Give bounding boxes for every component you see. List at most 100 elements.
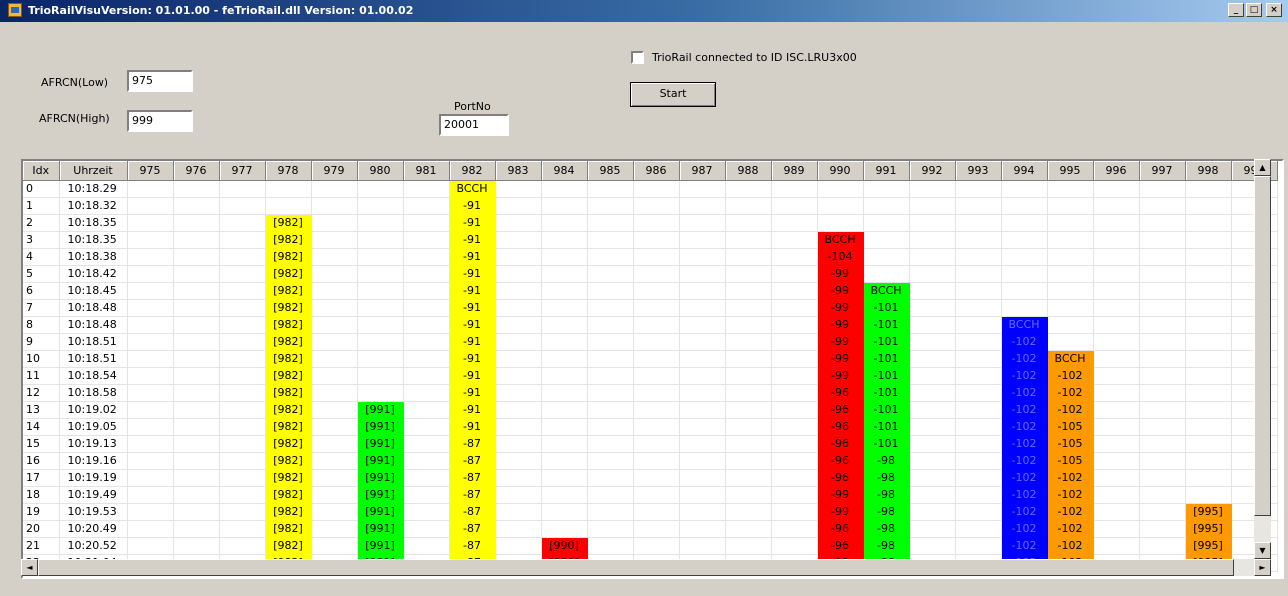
- column-header-975[interactable]: 975: [127, 161, 174, 181]
- cell-channel-981: [403, 180, 450, 198]
- cell-channel-976: [173, 418, 220, 436]
- close-button[interactable]: ×: [1266, 3, 1282, 17]
- column-header-991[interactable]: 991: [863, 161, 910, 181]
- column-header-994[interactable]: 994: [1001, 161, 1048, 181]
- afrcn-high-input[interactable]: 999: [127, 110, 193, 132]
- cell-channel-987: [679, 486, 726, 504]
- table-row[interactable]: 3 10:18.35 [982] -91 BCCH: [23, 231, 1278, 249]
- table-row[interactable]: 10 10:18.51 [982] -91 -99 -101 -102 BCCH: [23, 350, 1278, 368]
- table-row[interactable]: 2 10:18.35 [982] -91: [23, 214, 1278, 232]
- column-header-984[interactable]: 984: [541, 161, 588, 181]
- scroll-right-icon[interactable]: ►: [1254, 559, 1271, 576]
- cell-channel-998: [1185, 333, 1232, 351]
- cell-channel-985: [587, 180, 634, 198]
- column-header-985[interactable]: 985: [587, 161, 634, 181]
- column-header-990[interactable]: 990: [817, 161, 864, 181]
- column-header-977[interactable]: 977: [219, 161, 266, 181]
- table-row[interactable]: 21 10:20.52 [982] [991] -87 [990] -96 -98 -102 -1…: [23, 537, 1278, 555]
- window-titlebar[interactable]: TrioRailVisuVersion: 01.01.00 - feTrioRa…: [0, 0, 1288, 22]
- start-button[interactable]: Start: [630, 82, 716, 107]
- cell-channel-983: [495, 180, 542, 198]
- cell-channel-985: [587, 214, 634, 232]
- column-header-980[interactable]: 980: [357, 161, 404, 181]
- window-title: TrioRailVisuVersion: 01.01.00 - feTrioRa…: [28, 4, 414, 17]
- table-row[interactable]: 0 10:18.29 BCCH: [23, 180, 1278, 198]
- column-header-993[interactable]: 993: [955, 161, 1002, 181]
- table-row[interactable]: 17 10:19.19 [982] [991] -87 -96 -98 -102 -102: [23, 469, 1278, 487]
- column-header-idx[interactable]: Idx: [23, 161, 60, 181]
- table-row[interactable]: 16 10:19.16 [982] [991] -87 -96 -98 -102 -105: [23, 452, 1278, 470]
- minimize-button[interactable]: _: [1228, 3, 1244, 17]
- cell-channel-976: [173, 299, 220, 317]
- table-row[interactable]: 4 10:18.38 [982] -91 -104: [23, 248, 1278, 266]
- maximize-button[interactable]: □: [1246, 3, 1262, 17]
- column-header-992[interactable]: 992: [909, 161, 956, 181]
- cell-channel-976: [173, 282, 220, 300]
- table-row[interactable]: 13 10:19.02 [982] [991] -91 -96 -101 -102 -102: [23, 401, 1278, 419]
- column-header-981[interactable]: 981: [403, 161, 450, 181]
- column-header-983[interactable]: 983: [495, 161, 542, 181]
- cell-channel-993: [955, 265, 1002, 283]
- cell-channel-995: -102: [1047, 367, 1094, 385]
- data-grid[interactable]: Idx Uhrzeit 975 976 977 978 979 980 981 982 983 984…: [21, 159, 1284, 579]
- cell-channel-975: [127, 469, 174, 487]
- cell-idx: 15: [23, 435, 60, 453]
- table-row[interactable]: 8 10:18.48 [982] -91 -99 -101 BCCH: [23, 316, 1278, 334]
- cell-idx: 21: [23, 537, 60, 555]
- cell-channel-976: [173, 265, 220, 283]
- horizontal-scrollbar[interactable]: ◄ ►: [21, 559, 1271, 576]
- table-row[interactable]: 1 10:18.32 -91: [23, 197, 1278, 215]
- table-row[interactable]: 20 10:20.49 [982] [991] -87 -96 -98 -102 -102 [99…: [23, 520, 1278, 538]
- cell-channel-991: -98: [863, 469, 910, 487]
- column-header-989[interactable]: 989: [771, 161, 818, 181]
- table-row[interactable]: 12 10:18.58 [982] -91 -96 -101 -102 -102: [23, 384, 1278, 402]
- column-header-997[interactable]: 997: [1139, 161, 1186, 181]
- column-header-976[interactable]: 976: [173, 161, 220, 181]
- column-header-998[interactable]: 998: [1185, 161, 1232, 181]
- cell-channel-983: [495, 452, 542, 470]
- column-header-982[interactable]: 982: [449, 161, 496, 181]
- cell-channel-994: -102: [1001, 350, 1048, 368]
- table-row[interactable]: 5 10:18.42 [982] -91 -99: [23, 265, 1278, 283]
- table-row[interactable]: 7 10:18.48 [982] -91 -99 -101: [23, 299, 1278, 317]
- table-row[interactable]: 15 10:19.13 [982] [991] -87 -96 -101 -102 -105: [23, 435, 1278, 453]
- app-icon[interactable]: [8, 3, 22, 17]
- column-header-988[interactable]: 988: [725, 161, 772, 181]
- column-header-986[interactable]: 986: [633, 161, 680, 181]
- column-header-978[interactable]: 978: [265, 161, 312, 181]
- cell-channel-986: [633, 452, 680, 470]
- cell-channel-988: [725, 435, 772, 453]
- cell-channel-995: [1047, 231, 1094, 249]
- afrcn-low-input[interactable]: 975: [127, 70, 193, 92]
- cell-channel-991: [863, 180, 910, 198]
- scroll-left-icon[interactable]: ◄: [21, 559, 38, 576]
- cell-channel-981: [403, 299, 450, 317]
- cell-channel-996: [1093, 520, 1140, 538]
- cell-channel-996: [1093, 316, 1140, 334]
- column-header-987[interactable]: 987: [679, 161, 726, 181]
- portno-input[interactable]: 20001: [439, 114, 509, 136]
- connected-checkbox[interactable]: [631, 51, 644, 64]
- table-row[interactable]: 14 10:19.05 [982] [991] -91 -96 -101 -102 -105: [23, 418, 1278, 436]
- table-row[interactable]: 6 10:18.45 [982] -91 -99 BCCH: [23, 282, 1278, 300]
- cell-channel-990: -96: [817, 418, 864, 436]
- vertical-scrollbar[interactable]: ▲ ▼: [1254, 159, 1271, 559]
- table-row[interactable]: 19 10:19.53 [982] [991] -87 -99 -98 -102 -102 [99…: [23, 503, 1278, 521]
- cell-channel-991: -101: [863, 384, 910, 402]
- column-header-uhrzeit[interactable]: Uhrzeit: [59, 161, 128, 181]
- table-row[interactable]: 9 10:18.51 [982] -91 -99 -101 -102: [23, 333, 1278, 351]
- cell-channel-994: -102: [1001, 401, 1048, 419]
- scroll-up-icon[interactable]: ▲: [1254, 159, 1271, 176]
- cell-channel-983: [495, 367, 542, 385]
- table-row[interactable]: 18 10:19.49 [982] [991] -87 -99 -98 -102 -102: [23, 486, 1278, 504]
- vertical-scroll-thumb[interactable]: [1254, 176, 1271, 516]
- table-row[interactable]: 11 10:18.54 [982] -91 -99 -101 -102 -102: [23, 367, 1278, 385]
- scroll-down-icon[interactable]: ▼: [1254, 542, 1271, 559]
- horizontal-scroll-thumb[interactable]: [38, 559, 1234, 576]
- cell-channel-989: [771, 282, 818, 300]
- cell-channel-996: [1093, 367, 1140, 385]
- column-header-995[interactable]: 995: [1047, 161, 1094, 181]
- cell-channel-980: [357, 333, 404, 351]
- column-header-996[interactable]: 996: [1093, 161, 1140, 181]
- column-header-979[interactable]: 979: [311, 161, 358, 181]
